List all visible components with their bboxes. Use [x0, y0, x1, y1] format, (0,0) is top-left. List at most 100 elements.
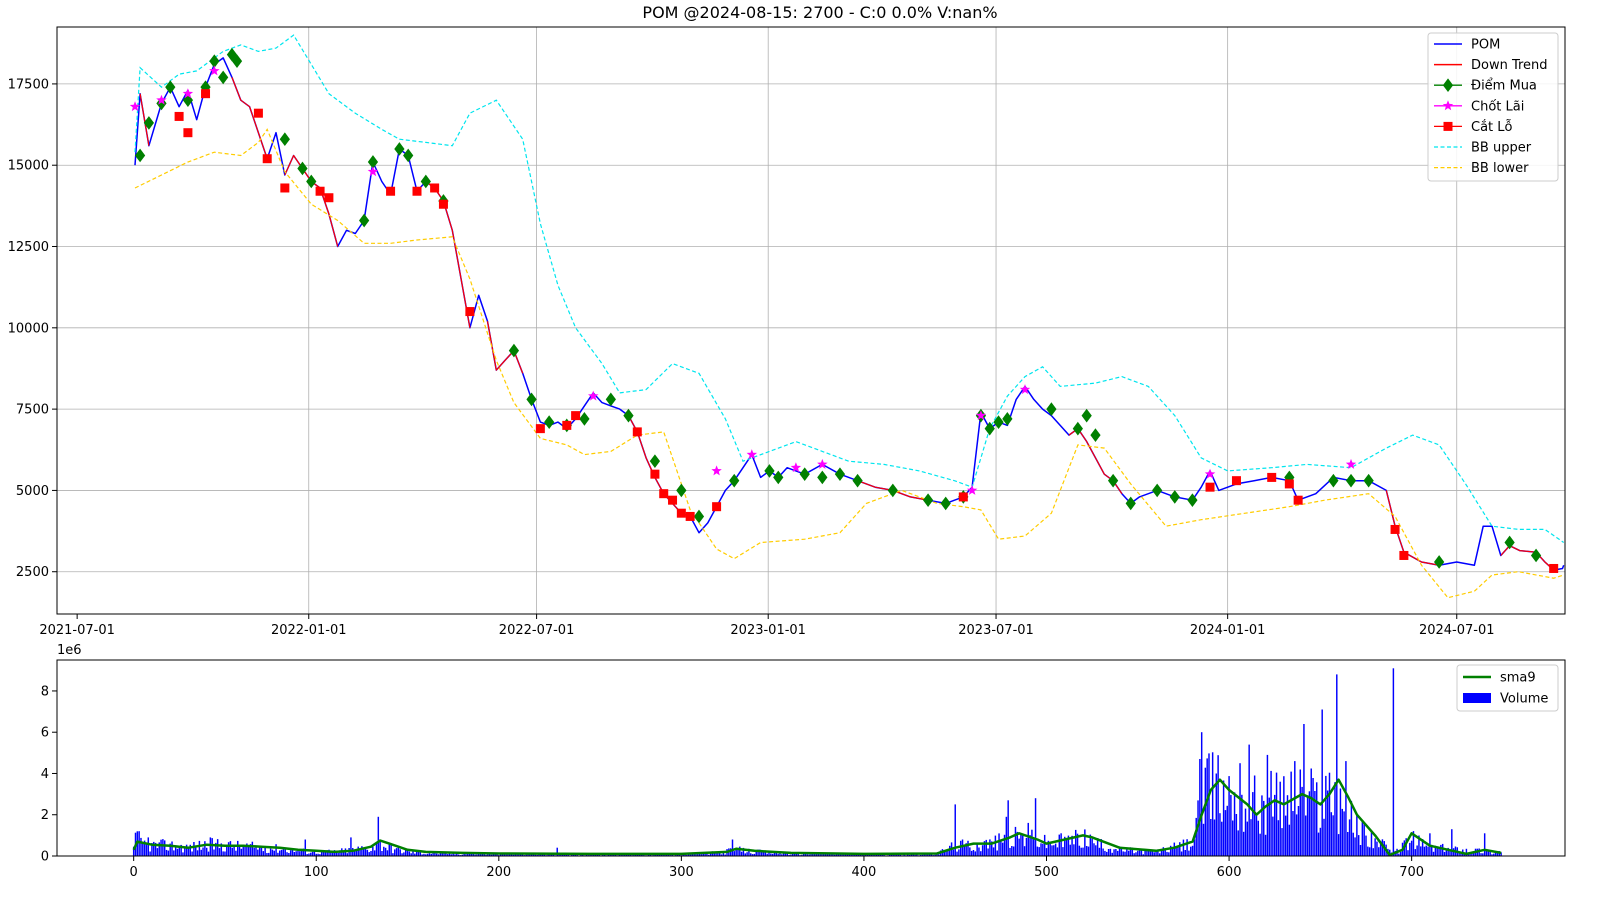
volume-bar	[200, 849, 202, 856]
volume-bar	[1115, 849, 1117, 856]
volume-bar	[1425, 845, 1427, 856]
volume-bar	[1224, 810, 1227, 856]
volume-bar	[1336, 674, 1338, 856]
volume-bar	[297, 850, 299, 856]
volume-bar	[1352, 832, 1354, 856]
volume-legend: sma9 Volume	[1456, 664, 1559, 712]
volume-bar	[1027, 822, 1029, 856]
marker-stop-loss	[253, 108, 263, 118]
volume-bar	[260, 847, 263, 856]
volume-bar	[1321, 709, 1323, 856]
volume-bar	[191, 851, 193, 856]
volume-bar	[1288, 824, 1291, 856]
volume-bar	[264, 848, 266, 856]
volume-bar	[1184, 850, 1186, 856]
volume-bar	[1022, 835, 1024, 856]
volume-bar	[381, 851, 383, 856]
volume-bar	[1087, 846, 1090, 856]
volume-bar	[1343, 811, 1345, 856]
volume-bar	[198, 840, 201, 856]
volume-bar	[275, 844, 277, 856]
price-plot-area	[57, 27, 1565, 614]
price-y-tick-label: 5000	[16, 484, 49, 499]
volume-bar	[1337, 834, 1340, 856]
volume-bar	[1350, 800, 1353, 856]
volume-bar	[1308, 791, 1311, 856]
volume-bar	[1102, 848, 1104, 856]
price-y-tick-label: 10000	[8, 321, 49, 336]
volume-bar	[1295, 814, 1298, 856]
volume-bar	[1286, 795, 1289, 856]
volume-bar	[1191, 845, 1194, 856]
volume-bar	[403, 852, 405, 856]
volume-bar	[1332, 815, 1334, 856]
volume-bar	[357, 846, 359, 856]
volume-bar	[1171, 848, 1174, 856]
volume-bar	[162, 839, 164, 856]
volume-bar	[1065, 839, 1068, 856]
volume-bar	[211, 838, 213, 856]
volume-bar	[406, 850, 409, 856]
volume-bar	[1073, 844, 1075, 856]
volume-bar	[1078, 845, 1081, 856]
volume-bar	[1080, 847, 1082, 856]
volume-x-axis: 0 100 200 300 400 500 600 700	[130, 856, 1424, 880]
volume-bar	[952, 849, 955, 856]
volume-bar	[209, 837, 212, 856]
volume-bar	[1432, 851, 1435, 856]
volume-bar	[1208, 753, 1210, 856]
volume-bar	[1011, 846, 1013, 856]
volume-bar	[1306, 795, 1309, 856]
volume-bar	[1315, 782, 1318, 856]
volume-bar	[1034, 798, 1037, 856]
volume-bar	[1058, 834, 1061, 856]
volume-bar	[1014, 826, 1017, 856]
price-x-tick-label: 2021-07-01	[39, 623, 115, 638]
volume-bar	[1107, 849, 1110, 856]
volume-bar	[235, 850, 237, 856]
volume-bar	[386, 850, 389, 856]
volume-bar	[1241, 794, 1243, 856]
volume-chart: 0 100 200 300 400 500 600 700 0 2 4 6 8 1e6 sma9 Vol…	[41, 643, 1566, 880]
volume-bar	[1137, 850, 1139, 856]
legend-label-entry-5: BB upper	[1471, 141, 1532, 156]
volume-bar	[1319, 827, 1322, 856]
volume-bar	[1168, 852, 1170, 856]
volume-exponent-label: 1e6	[57, 643, 82, 658]
price-x-tick-label: 2023-07-01	[958, 623, 1034, 638]
volume-bar	[173, 850, 175, 856]
marker-stop-loss	[1284, 479, 1294, 489]
price-y-tick-label: 7500	[16, 403, 49, 418]
volume-bar	[1305, 815, 1307, 856]
volume-bar	[731, 839, 734, 856]
volume-bar	[969, 847, 971, 856]
volume-bar	[242, 846, 244, 856]
volume-bar	[202, 847, 204, 856]
volume-bar	[269, 848, 272, 856]
volume-bar	[1281, 828, 1283, 856]
volume-bar	[1301, 786, 1303, 856]
volume-bar	[286, 852, 288, 856]
volume-bar	[998, 833, 1000, 856]
volume-bar	[233, 846, 235, 856]
volume-bar	[419, 852, 422, 856]
volume-bar	[1031, 829, 1033, 856]
legend-label-entry-4: Cắt Lỗ	[1471, 120, 1513, 135]
volume-bar	[205, 847, 208, 856]
volume-bar	[733, 851, 736, 856]
volume-bar	[160, 839, 162, 856]
volume-bar	[271, 849, 274, 856]
volume-bar	[289, 850, 292, 856]
volume-bar	[1217, 755, 1219, 856]
volume-bar	[1347, 832, 1349, 856]
volume-bar	[178, 846, 181, 856]
volume-bar	[1409, 842, 1411, 856]
volume-bar	[384, 847, 387, 856]
volume-bar	[1483, 833, 1486, 856]
volume-bar	[279, 850, 281, 856]
volume-bar	[1376, 841, 1378, 856]
volume-bar	[1045, 848, 1048, 856]
volume-bar	[1033, 839, 1035, 856]
legend-marker	[1443, 121, 1453, 131]
volume-bar	[1074, 829, 1077, 856]
